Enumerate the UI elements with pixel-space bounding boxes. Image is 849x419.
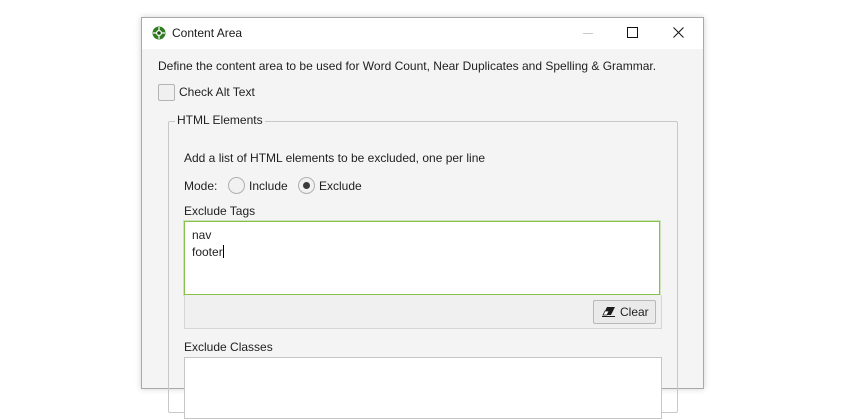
clear-button[interactable]: Clear <box>593 300 656 324</box>
title-bar[interactable]: Content Area <box>142 18 703 49</box>
exclude-tags-content: nav footer <box>192 227 224 261</box>
html-elements-legend: HTML Elements <box>175 113 265 127</box>
exclude-tags-toolbar: Clear <box>184 295 662 329</box>
exclude-tag-line: footer <box>192 245 223 259</box>
exclude-tags-textarea[interactable]: nav footer <box>184 221 660 295</box>
mode-include-radio[interactable] <box>228 177 245 194</box>
exclude-tags-label: Exclude Tags <box>184 204 256 218</box>
spider-icon <box>152 26 166 40</box>
minimize-icon <box>583 33 593 34</box>
mode-exclude-label[interactable]: Exclude <box>319 179 362 193</box>
eraser-icon <box>602 307 615 317</box>
mode-include-label[interactable]: Include <box>249 179 288 193</box>
content-area-dialog: Content Area Define the content area to … <box>141 17 704 419</box>
mode-radio-group: Mode: Include Exclude <box>184 177 484 197</box>
check-alt-text-checkbox[interactable] <box>158 84 175 101</box>
minimize-button[interactable] <box>566 18 612 49</box>
maximize-button[interactable] <box>610 18 656 49</box>
exclude-tag-line: nav <box>192 228 212 242</box>
clear-button-label: Clear <box>620 305 649 319</box>
dialog-description: Define the content area to be used for W… <box>158 59 657 73</box>
html-elements-instruction: Add a list of HTML elements to be exclud… <box>184 151 486 165</box>
window-title: Content Area <box>172 26 243 40</box>
text-caret <box>222 245 224 258</box>
exclude-classes-label: Exclude Classes <box>184 340 273 354</box>
maximize-icon <box>627 27 638 38</box>
radio-selected-dot <box>303 182 310 189</box>
html-elements-group: HTML Elements Add a list of HTML element… <box>168 113 678 419</box>
close-button[interactable] <box>656 18 702 49</box>
mode-label: Mode: <box>184 179 218 193</box>
close-icon <box>673 27 684 38</box>
mode-exclude-radio[interactable] <box>298 177 315 194</box>
exclude-classes-textarea[interactable] <box>184 357 662 419</box>
check-alt-text-label[interactable]: Check Alt Text <box>179 85 255 99</box>
